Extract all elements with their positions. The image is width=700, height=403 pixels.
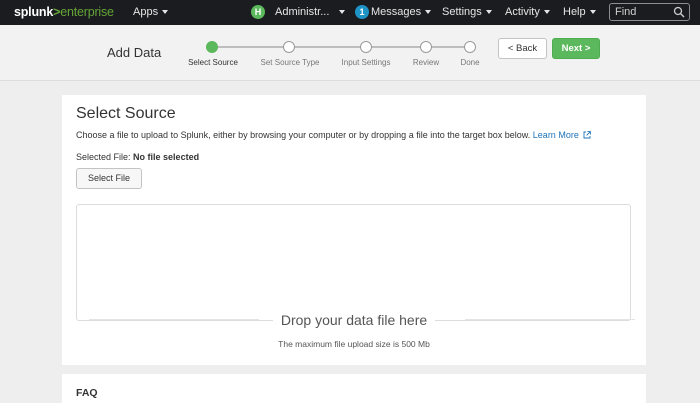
apps-label: Apps xyxy=(133,6,159,18)
apps-menu[interactable]: Apps xyxy=(133,6,169,18)
step-label-done: Done xyxy=(460,58,480,67)
next-button[interactable]: Next > xyxy=(552,38,600,59)
selected-file-label: Selected File: xyxy=(76,152,131,162)
step-dot-input-settings xyxy=(360,41,372,53)
chevron-down-icon xyxy=(485,10,492,15)
add-data-wizard: Add Data Select Source Set Source Type I… xyxy=(0,25,700,81)
chevron-down-icon xyxy=(425,10,432,15)
messages-count-badge: 1 xyxy=(355,5,369,19)
step-dot-set-source-type xyxy=(283,41,295,53)
top-nav: splunk>enterprise Apps H Administr... 1 … xyxy=(0,0,700,25)
learn-more-link[interactable]: Learn More xyxy=(533,130,591,140)
selected-file-row: Selected File: No file selected xyxy=(76,152,199,162)
activity-label: Activity xyxy=(505,6,540,18)
faq-title: FAQ xyxy=(76,387,98,399)
select-source-panel: Select Source Choose a file to upload to… xyxy=(62,95,646,365)
chevron-down-icon xyxy=(589,10,596,15)
activity-menu[interactable]: Activity xyxy=(505,6,550,18)
settings-label: Settings xyxy=(442,6,482,18)
chevron-down-icon xyxy=(543,10,550,15)
chevron-down-icon xyxy=(339,10,346,15)
step-label-input-settings: Input Settings xyxy=(341,58,391,67)
avatar: H xyxy=(251,5,265,19)
splunk-logo[interactable]: splunk>enterprise xyxy=(14,5,114,19)
search-icon[interactable] xyxy=(673,6,685,18)
step-dot-review xyxy=(420,41,432,53)
step-dot-select-source xyxy=(206,41,218,53)
user-label: Administr... xyxy=(275,6,330,18)
drop-zone-text: Drop your data file here xyxy=(62,312,646,328)
learn-more-label: Learn More xyxy=(532,130,579,140)
external-link-icon xyxy=(583,131,591,139)
selected-file-value: No file selected xyxy=(133,152,200,162)
user-menu[interactable]: Administr... xyxy=(275,6,346,18)
description-text: Choose a file to upload to Splunk, eithe… xyxy=(76,130,531,140)
settings-menu[interactable]: Settings xyxy=(442,6,492,18)
select-file-button[interactable]: Select File xyxy=(76,168,142,189)
logo-brand: splunk xyxy=(14,5,54,19)
help-label: Help xyxy=(563,6,586,18)
step-label-set-source-type: Set Source Type xyxy=(260,58,320,67)
help-menu[interactable]: Help xyxy=(563,6,596,18)
step-label-review: Review xyxy=(412,58,440,67)
messages-menu[interactable]: Messages xyxy=(371,6,432,18)
find-box xyxy=(609,3,690,21)
logo-product: enterprise xyxy=(60,5,114,19)
faq-panel: FAQ xyxy=(62,374,646,403)
section-description: Choose a file to upload to Splunk, eithe… xyxy=(76,130,591,140)
drop-zone-label: Drop your data file here xyxy=(272,312,436,328)
chevron-down-icon xyxy=(162,10,169,15)
find-input[interactable] xyxy=(610,4,672,20)
max-upload-size-note: The maximum file upload size is 500 Mb xyxy=(278,339,430,349)
page-title: Add Data xyxy=(107,45,162,60)
step-label-select-source: Select Source xyxy=(188,58,238,67)
file-drop-zone[interactable] xyxy=(76,204,635,321)
back-button[interactable]: < Back xyxy=(498,38,547,59)
step-dot-done xyxy=(464,41,476,53)
section-title: Select Source xyxy=(76,105,176,122)
messages-label: Messages xyxy=(371,6,422,18)
